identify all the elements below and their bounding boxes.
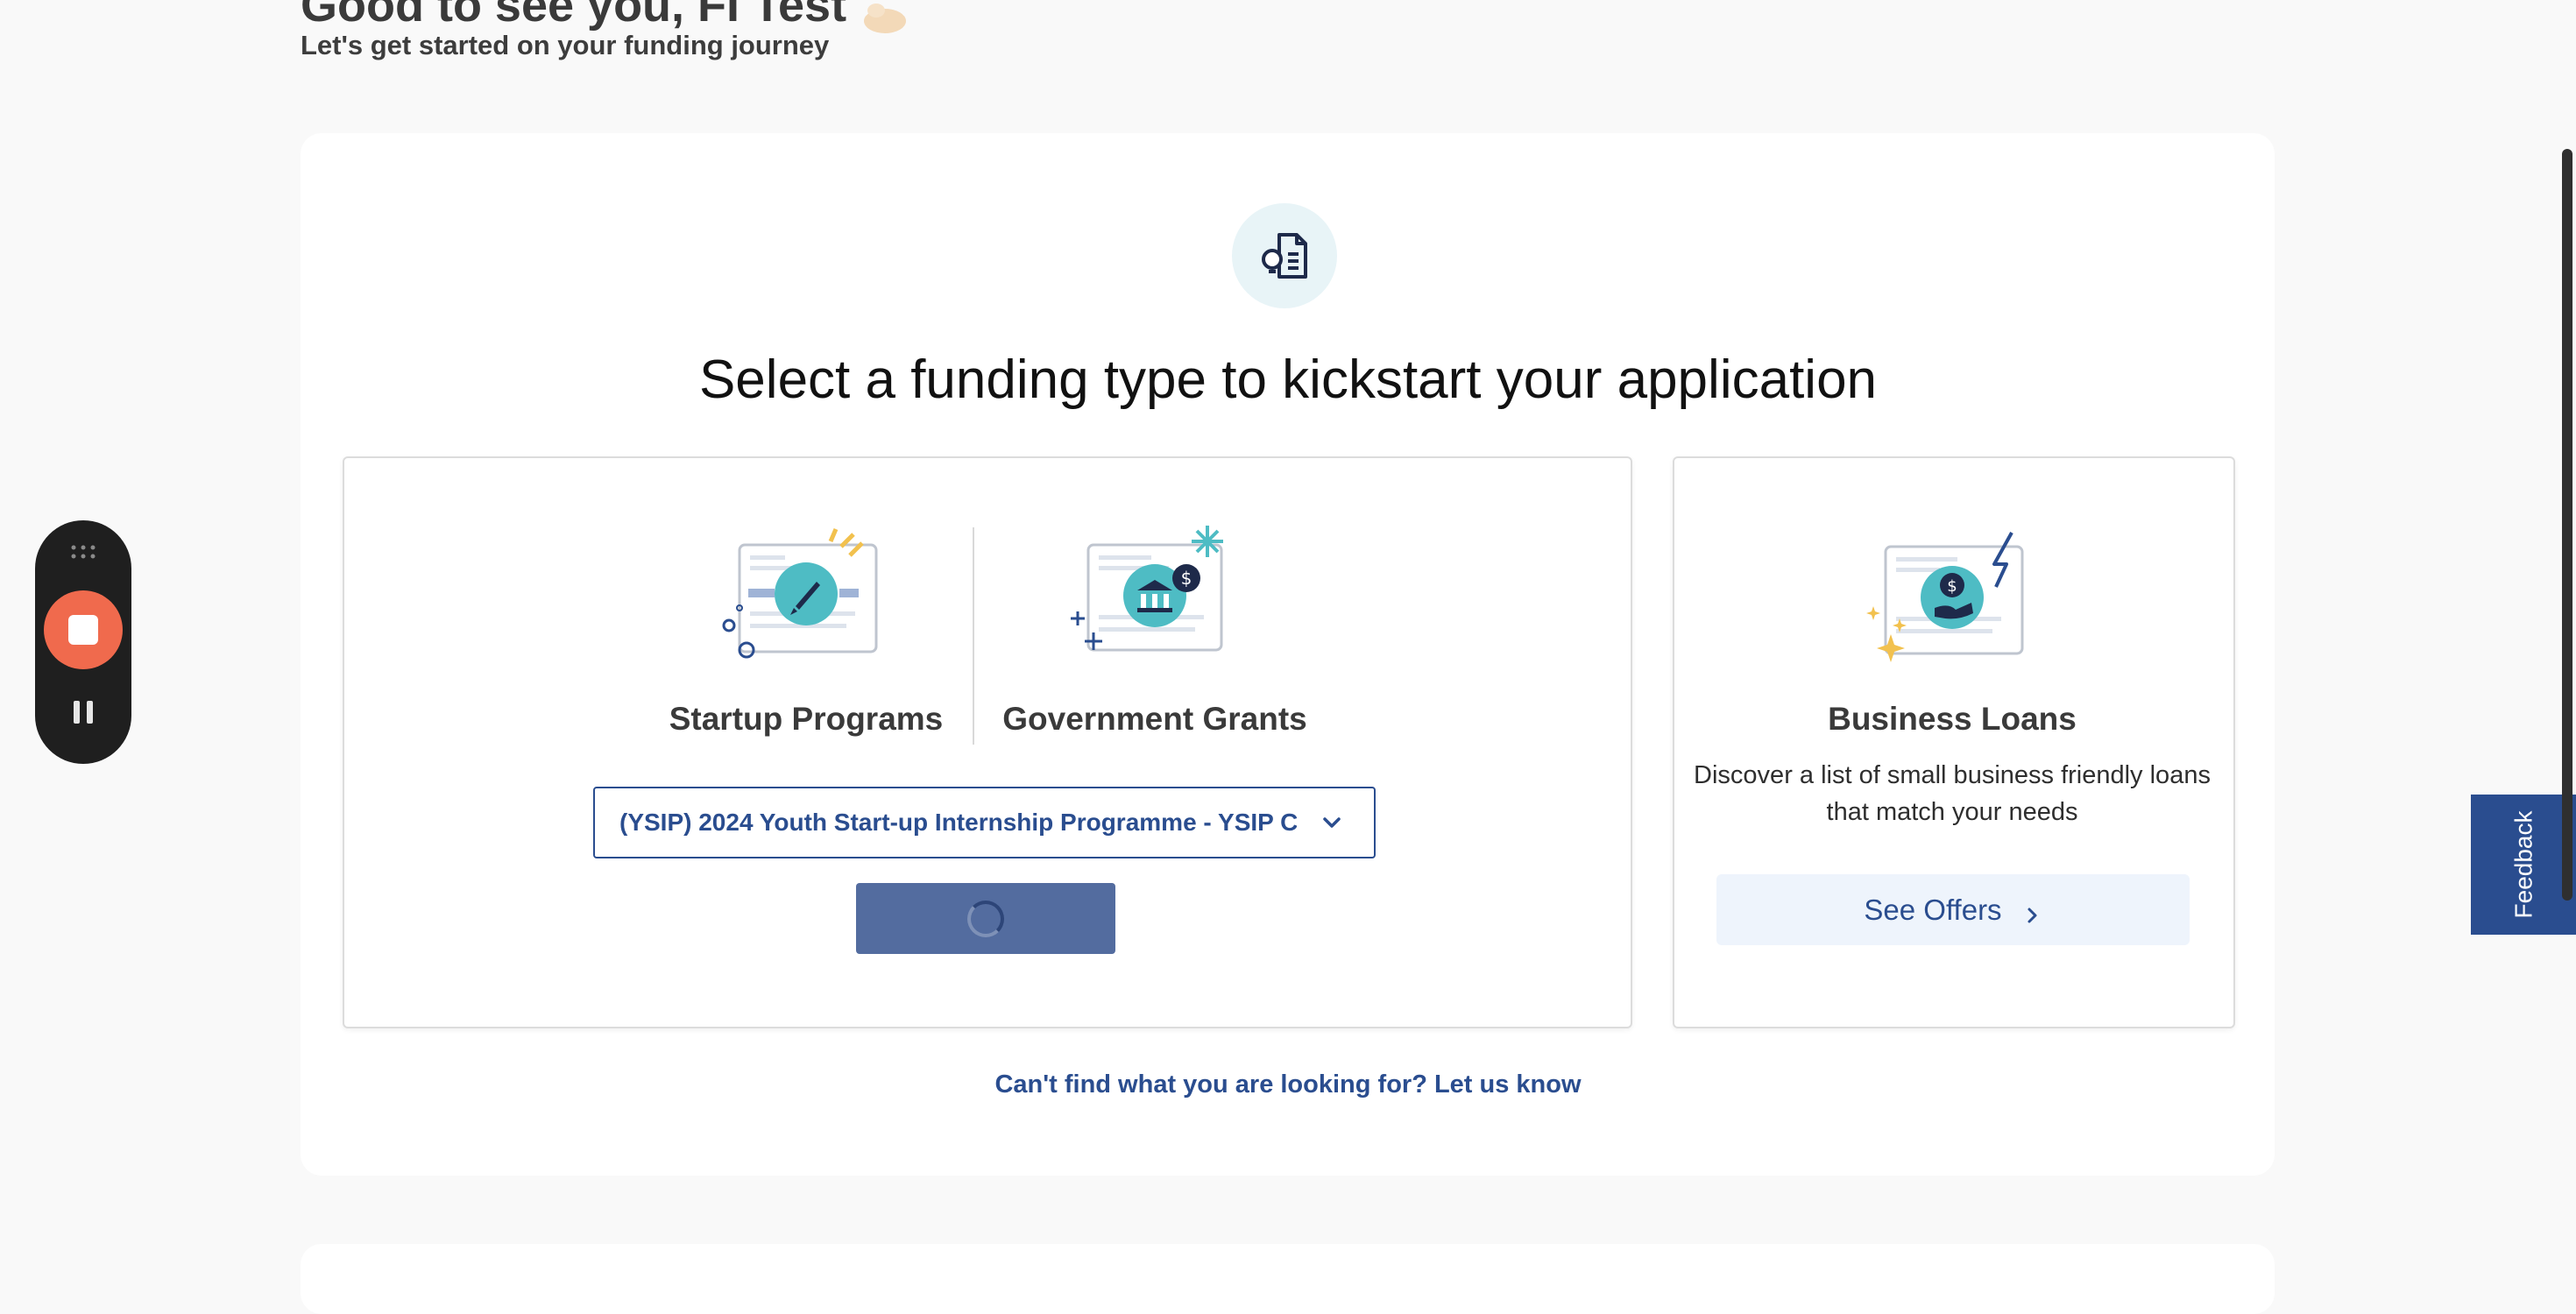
waving-hand-icon [859, 0, 909, 33]
business-loans-illustration: $ [1865, 529, 2040, 669]
chevron-down-icon [1314, 805, 1349, 840]
secondary-card [301, 1244, 2275, 1314]
bank-icon: $ [1071, 526, 1223, 652]
help-link-text[interactable]: Can't find what you are looking for? Let… [994, 1070, 1581, 1099]
feedback-tab[interactable]: Feedback [2471, 795, 2576, 935]
help-link[interactable]: Can't find what you are looking for? Let… [0, 1070, 2576, 1099]
drag-handle-icon[interactable] [70, 543, 96, 561]
svg-text:$: $ [1947, 577, 1957, 596]
greeting-subtitle: Let's get started on your funding journe… [301, 30, 830, 60]
programme-select[interactable]: (YSIP) 2024 Youth Start-up Internship Pr… [593, 787, 1376, 858]
government-grants-illustration[interactable]: $ [1067, 524, 1242, 664]
startup-programs-label[interactable]: Startup Programs [648, 701, 964, 738]
stop-icon [68, 615, 98, 645]
government-grants-label[interactable]: Government Grants [997, 701, 1313, 738]
feedback-label: Feedback [2509, 810, 2537, 919]
rocket-icon [722, 528, 878, 659]
programme-select-value: (YSIP) 2024 Youth Start-up Internship Pr… [619, 809, 1297, 836]
continue-button-loading[interactable] [856, 883, 1115, 954]
business-loans-title: Business Loans [1828, 701, 2077, 737]
options-divider [973, 527, 974, 745]
business-loans-description: Discover a list of small business friend… [1694, 761, 2211, 826]
loading-spinner-icon [967, 900, 1004, 937]
stop-recording-button[interactable] [44, 590, 123, 669]
page-scrollbar[interactable] [2562, 149, 2572, 901]
page-title: Select a funding type to kickstart your … [698, 350, 1878, 410]
lightbulb-document-icon [1232, 203, 1337, 308]
svg-text:$: $ [1181, 568, 1192, 589]
recording-widget [35, 520, 131, 764]
greeting-text: Good to see you, FI Test [301, 0, 847, 32]
see-offers-button[interactable]: See Offers [1716, 874, 2190, 945]
hand-dollar-icon: $ [1866, 532, 2024, 662]
see-offers-label: See Offers [1864, 893, 2002, 926]
startup-programs-illustration[interactable] [718, 527, 894, 668]
greeting-heading: Good to see you, FI Test [301, 0, 909, 33]
pause-icon[interactable] [72, 699, 95, 725]
chevron-right-icon [2021, 900, 2042, 922]
